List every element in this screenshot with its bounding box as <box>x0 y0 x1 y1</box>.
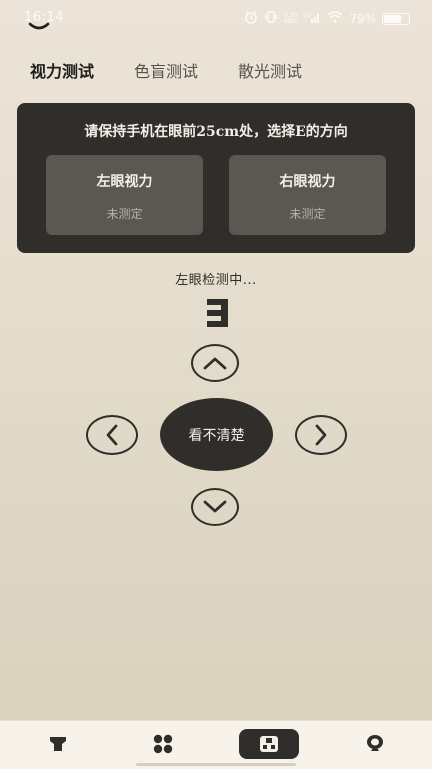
chevron-right-icon <box>315 424 327 446</box>
nav-tools[interactable] <box>133 729 193 759</box>
eye-chart-icon <box>260 736 278 752</box>
instruction-text: 请保持手机在眼前25cm处，选择E的方向 <box>84 124 348 140</box>
bottom-nav <box>0 720 432 769</box>
nav-mirror[interactable] <box>345 729 405 759</box>
instruction-card: 请保持手机在眼前25cm处，选择E的方向 左眼视力 未测定 右眼视力 未测定 <box>17 103 415 253</box>
network-label: 5G <box>303 12 312 19</box>
chevron-left-icon <box>106 424 118 446</box>
home-indicator <box>136 763 296 766</box>
battery-icon <box>382 12 410 25</box>
right-eye-label: 右眼视力 <box>279 174 336 190</box>
cant-see-button[interactable]: 看不清楚 <box>160 398 273 471</box>
wifi-icon <box>327 11 343 26</box>
tab-astigmatism-test[interactable]: 散光测试 <box>238 58 302 82</box>
chevron-up-icon <box>203 357 227 370</box>
direction-left-button[interactable] <box>86 415 138 455</box>
left-eye-label: 左眼视力 <box>96 174 153 190</box>
e-optotype-icon <box>207 299 228 327</box>
direction-down-button[interactable] <box>191 488 239 526</box>
tab-active-indicator <box>28 22 50 30</box>
left-eye-result[interactable]: 左眼视力 未测定 <box>46 155 203 235</box>
mirror-icon <box>367 735 383 751</box>
grid-icon <box>153 734 173 754</box>
right-eye-value: 未测定 <box>289 207 326 221</box>
status-bar: 16:14 9.30 KB/s 5G 79% <box>0 0 432 36</box>
nav-flashlight[interactable] <box>28 729 88 759</box>
net-speed-unit: KB/s <box>283 17 298 25</box>
tab-vision-test[interactable]: 视力测试 <box>30 58 94 82</box>
net-speed: 9.30 KB/s <box>283 12 298 25</box>
tab-color-blind-test[interactable]: 色盲测试 <box>134 58 198 82</box>
left-eye-value: 未测定 <box>106 207 143 221</box>
detect-status: 左眼检测中... <box>175 273 257 288</box>
direction-right-button[interactable] <box>295 415 347 455</box>
flashlight-icon <box>50 737 66 751</box>
chevron-down-icon <box>203 500 227 513</box>
right-eye-result[interactable]: 右眼视力 未测定 <box>229 155 386 235</box>
direction-up-button[interactable] <box>191 344 239 382</box>
test-tabs: 视力测试 色盲测试 散光测试 <box>30 58 342 82</box>
battery-text: 79% <box>349 11 376 26</box>
signal-icon: 5G <box>303 11 321 26</box>
alarm-icon <box>244 10 258 27</box>
vibrate-icon <box>264 10 278 27</box>
nav-eye-test[interactable] <box>239 729 299 759</box>
status-icons: 9.30 KB/s 5G 79% <box>244 10 410 27</box>
